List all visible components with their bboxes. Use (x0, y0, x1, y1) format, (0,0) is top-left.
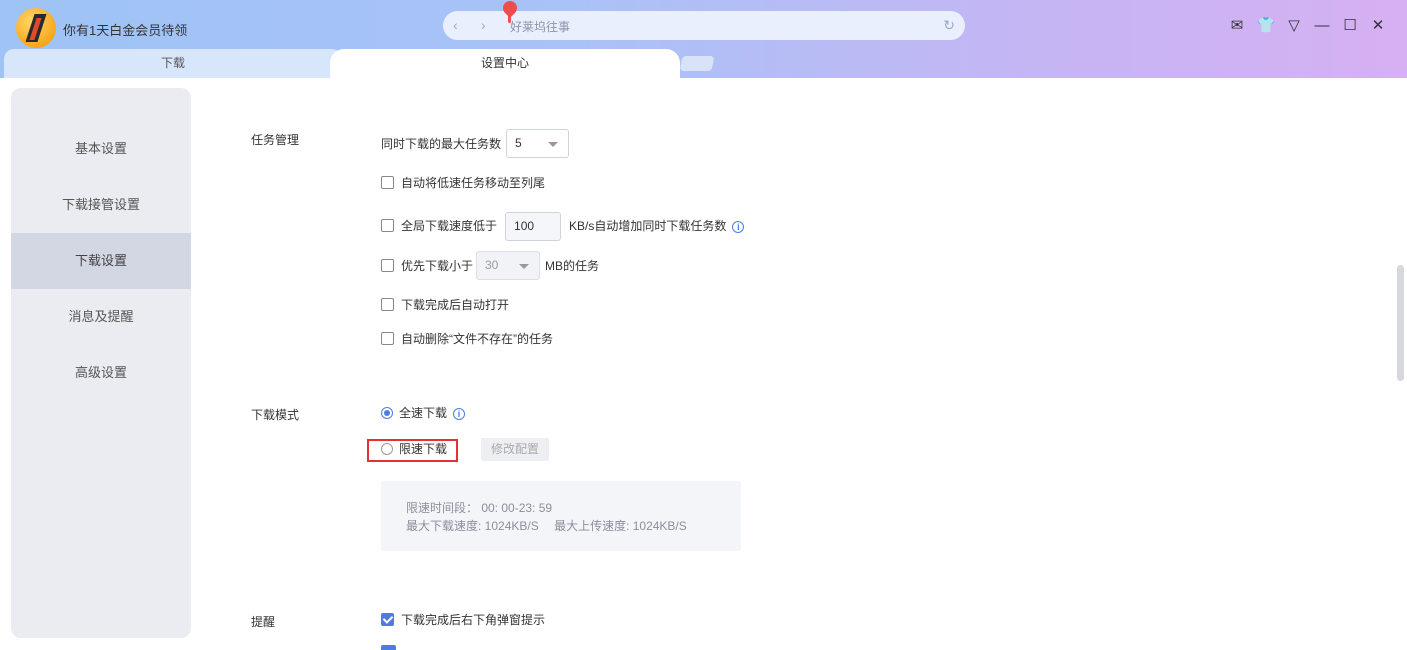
info-icon[interactable]: i (732, 221, 745, 233)
next-checkbox-partial[interactable] (381, 645, 396, 650)
back-icon[interactable]: ‹ (453, 17, 458, 33)
priority-size-value: 30 (485, 258, 499, 272)
limited-speed-label: 限速下载 (399, 442, 448, 456)
forward-icon[interactable]: › (481, 17, 486, 33)
auto-open-label: 下载完成后自动打开 (401, 298, 510, 312)
sidebar-item-advanced[interactable]: 高级设置 (11, 345, 191, 401)
limit-speeds: 最大下载速度: 1024KB/S 最大上传速度: 1024KB/S (406, 517, 687, 534)
speed-threshold-value: 100 (514, 219, 535, 234)
mail-icon[interactable]: ✉ (1227, 16, 1247, 36)
priority-small-suffix: MB的任务 (545, 259, 600, 273)
full-speed-row[interactable]: 全速下载 i (381, 403, 466, 423)
tab-settings[interactable]: 设置中心 (330, 49, 680, 78)
sidebar-item-takeover[interactable]: 下载接管设置 (11, 177, 191, 233)
refresh-icon[interactable]: ↻ (943, 17, 955, 34)
full-speed-radio[interactable] (381, 407, 393, 419)
skin-icon[interactable]: 👕 (1256, 16, 1276, 36)
move-slow-checkbox[interactable] (381, 176, 394, 189)
new-tab-button[interactable] (679, 56, 715, 71)
max-tasks-select[interactable]: 5 (506, 129, 569, 158)
menu-icon[interactable]: ▽ (1284, 16, 1304, 36)
limited-speed-radio[interactable] (381, 443, 393, 455)
limited-speed-row[interactable]: 限速下载 (381, 439, 447, 459)
max-tasks-label: 同时下载的最大任务数 (381, 137, 502, 151)
avatar[interactable] (16, 8, 56, 48)
section-title-download-mode: 下载模式 (251, 408, 300, 422)
max-tasks-row: 同时下载的最大任务数 (381, 134, 501, 154)
vertical-scrollbar[interactable] (1397, 265, 1404, 381)
close-icon[interactable]: ✕ (1368, 16, 1388, 36)
settings-sidebar: 基本设置 下载接管设置 下载设置 消息及提醒 高级设置 (11, 88, 191, 638)
max-upload-speed-text: 最大上传速度: 1024KB/S (554, 519, 687, 533)
max-download-speed-text: 最大下载速度: 1024KB/S (406, 519, 539, 533)
popup-reminder-checkbox[interactable] (381, 613, 394, 626)
auto-open-checkbox[interactable] (381, 298, 394, 311)
priority-size-select[interactable]: 30 (476, 251, 540, 280)
speed-threshold-suffix: KB/s自动增加同时下载任务数 (569, 219, 727, 233)
address-bar[interactable]: ‹ › 好莱坞往事 ↻ (443, 0, 965, 40)
auto-open-row[interactable]: 下载完成后自动打开 (381, 295, 509, 315)
speed-threshold-input[interactable]: 100 (505, 212, 562, 242)
popup-reminder-label: 下载完成后右下角弹窗提示 (401, 613, 546, 627)
sidebar-item-notifications[interactable]: 消息及提醒 (11, 289, 191, 345)
limit-period-text: 限速时间段： 00: 00-23: 59 (406, 501, 553, 515)
speed-threshold-prefix: 全局下载速度低于 (401, 219, 498, 233)
move-slow-label: 自动将低速任务移动至列尾 (401, 176, 546, 190)
tab-download[interactable]: 下载 (4, 49, 342, 78)
modify-config-button[interactable]: 修改配置 (481, 438, 549, 461)
auto-delete-label: 自动删除“文件不存在”的任务 (401, 332, 553, 346)
priority-small-prefix: 优先下载小于 (401, 259, 474, 273)
sidebar-item-download[interactable]: 下载设置 (11, 233, 191, 289)
section-title-reminder: 提醒 (251, 615, 276, 629)
minimize-icon[interactable]: — (1312, 16, 1332, 36)
auto-delete-checkbox[interactable] (381, 332, 394, 345)
popup-reminder-row[interactable]: 下载完成后右下角弹窗提示 (381, 610, 545, 630)
chevron-down-icon (548, 142, 558, 147)
title-bar: 你有1天白金会员待领 ‹ › 好莱坞往事 ↻ ✉ 👕 ▽ — ☐ ✕ 下载 设置… (0, 0, 1407, 78)
speed-threshold-row: 全局下载速度低于 100 KB/s自动增加同时下载任务数 i (381, 211, 745, 242)
maximize-icon[interactable]: ☐ (1340, 16, 1360, 36)
move-slow-row[interactable]: 自动将低速任务移动至列尾 (381, 173, 545, 193)
sidebar-item-basic[interactable]: 基本设置 (11, 121, 191, 177)
info-icon[interactable]: i (453, 408, 466, 420)
limit-info-box: 限速时间段： 00: 00-23: 59 最大下载速度: 1024KB/S 最大… (381, 481, 741, 551)
full-speed-label: 全速下载 (399, 406, 448, 420)
priority-small-checkbox[interactable] (381, 259, 394, 272)
priority-small-row: 优先下载小于 (381, 256, 473, 276)
vip-promo-text[interactable]: 你有1天白金会员待领 (63, 20, 187, 39)
section-title-task-management: 任务管理 (251, 133, 300, 147)
address-text[interactable]: 好莱坞往事 (510, 18, 570, 35)
max-tasks-value: 5 (515, 136, 522, 150)
auto-delete-row[interactable]: 自动删除“文件不存在”的任务 (381, 329, 553, 349)
chevron-down-icon (519, 264, 529, 269)
speed-threshold-checkbox[interactable] (381, 219, 394, 232)
